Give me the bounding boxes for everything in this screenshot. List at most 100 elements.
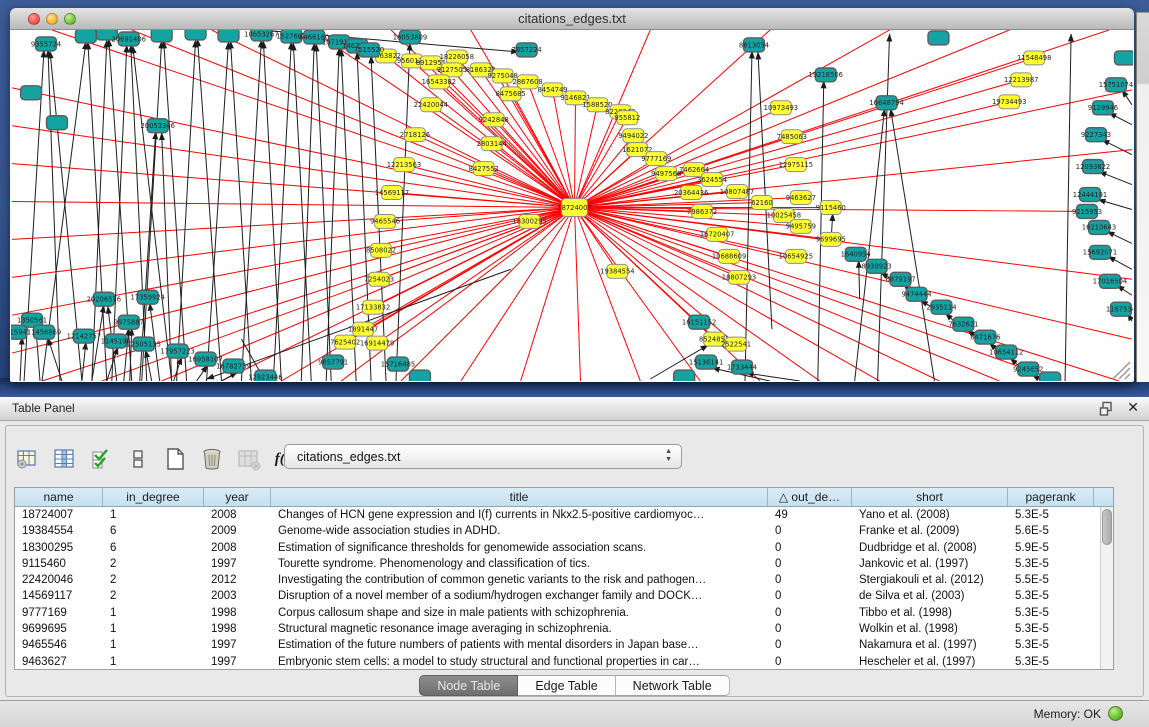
table-cell[interactable]: 6 <box>103 540 204 556</box>
table-cell[interactable]: Structural magnetic resonance image aver… <box>271 621 768 637</box>
column-header-title[interactable]: title <box>271 488 768 506</box>
table-options-button[interactable] <box>14 446 40 472</box>
table-vertical-scrollbar[interactable] <box>1100 507 1113 670</box>
table-cell[interactable]: 0 <box>768 654 852 670</box>
table-cell[interactable]: 2012 <box>204 572 271 588</box>
column-header-pagerank[interactable]: pagerank <box>1008 488 1094 506</box>
rows-button[interactable] <box>125 446 151 472</box>
table-header-row[interactable]: namein_degreeyeartitle△ out_de…shortpage… <box>15 488 1113 507</box>
node-table[interactable]: namein_degreeyeartitle△ out_de…shortpage… <box>14 487 1114 670</box>
table-cell[interactable]: Dudbridge et al. (2008) <box>852 540 1008 556</box>
delete-table-button[interactable] <box>236 446 262 472</box>
table-cell[interactable]: 2008 <box>204 507 271 523</box>
column-header-short[interactable]: short <box>852 488 1008 506</box>
table-cell[interactable]: 14569117 <box>15 588 103 604</box>
tab-network-table[interactable]: Network Table <box>616 675 730 696</box>
table-cell[interactable]: 2 <box>103 588 204 604</box>
network-node[interactable] <box>151 30 172 42</box>
table-cell[interactable]: Yano et al. (2008) <box>852 507 1008 523</box>
table-cell[interactable]: 5.3E-5 <box>1008 621 1094 637</box>
column-header-year[interactable]: year <box>204 488 271 506</box>
table-cell[interactable]: Jankovic et al. (1997) <box>852 556 1008 572</box>
table-cell[interactable]: 1997 <box>204 637 271 653</box>
table-cell[interactable]: 49 <box>768 507 852 523</box>
float-window-icon[interactable] <box>1099 401 1115 417</box>
table-cell[interactable]: Tourette syndrome. Phenomenology and cla… <box>271 556 768 572</box>
column-header-in_degree[interactable]: in_degree <box>103 488 204 506</box>
table-cell[interactable]: 9463627 <box>15 654 103 670</box>
table-cell[interactable]: 2 <box>103 556 204 572</box>
show-columns-button[interactable] <box>51 446 77 472</box>
table-cell[interactable]: 9465546 <box>15 637 103 653</box>
network-node[interactable] <box>218 30 239 42</box>
network-node[interactable] <box>75 30 96 43</box>
table-cell[interactable]: 0 <box>768 523 852 539</box>
table-cell[interactable]: 9699695 <box>15 621 103 637</box>
table-row[interactable]: 946554611997Estimation of the future num… <box>15 637 1113 653</box>
column-header-name[interactable]: name <box>15 488 103 506</box>
table-cell[interactable]: 2 <box>103 572 204 588</box>
table-cell[interactable]: 18724007 <box>15 507 103 523</box>
network-node[interactable] <box>185 30 206 40</box>
table-cell[interactable]: 19384554 <box>15 523 103 539</box>
table-cell[interactable]: de Silva et al. (2003) <box>852 588 1008 604</box>
table-cell[interactable]: 1998 <box>204 621 271 637</box>
table-cell[interactable]: 2003 <box>204 588 271 604</box>
select-all-button[interactable] <box>88 446 114 472</box>
table-cell[interactable]: Wolkin et al. (1998) <box>852 621 1008 637</box>
memory-ok-icon[interactable] <box>1108 706 1123 721</box>
table-cell[interactable]: 1 <box>103 605 204 621</box>
table-cell[interactable]: 1997 <box>204 556 271 572</box>
table-cell[interactable]: 5.3E-5 <box>1008 507 1094 523</box>
delete-button[interactable] <box>199 446 225 472</box>
table-cell[interactable]: Embryonic stem cells: a model to study s… <box>271 654 768 670</box>
table-cell[interactable]: 9115460 <box>15 556 103 572</box>
table-cell[interactable]: 22420046 <box>15 572 103 588</box>
network-node[interactable] <box>1040 372 1061 381</box>
table-cell[interactable]: 0 <box>768 540 852 556</box>
table-row[interactable]: 1872400712008Changes of HCN gene express… <box>15 507 1113 523</box>
table-cell[interactable]: 1997 <box>204 654 271 670</box>
resize-grip-icon[interactable] <box>1113 362 1130 379</box>
column-header-out_de[interactable]: △ out_de… <box>768 488 852 506</box>
table-cell[interactable]: 0 <box>768 556 852 572</box>
table-cell[interactable]: Nakamura et al. (1997) <box>852 637 1008 653</box>
table-cell[interactable]: 2009 <box>204 523 271 539</box>
table-cell[interactable]: 5.5E-5 <box>1008 572 1094 588</box>
network-node[interactable] <box>674 370 695 381</box>
table-row[interactable]: 1938455462009Genome-wide association stu… <box>15 523 1113 539</box>
table-cell[interactable]: 5.9E-5 <box>1008 540 1094 556</box>
table-cell[interactable]: 9777169 <box>15 605 103 621</box>
table-cell[interactable]: 5.3E-5 <box>1008 637 1094 653</box>
table-cell[interactable]: 5.3E-5 <box>1008 605 1094 621</box>
table-cell[interactable]: Estimation of significance thresholds fo… <box>271 540 768 556</box>
new-table-button[interactable] <box>162 446 188 472</box>
table-cell[interactable]: Stergiakouli et al. (2012) <box>852 572 1008 588</box>
table-row[interactable]: 977716911998Corpus callosum shape and si… <box>15 605 1113 621</box>
table-cell[interactable]: 1 <box>103 621 204 637</box>
table-cell[interactable]: 6 <box>103 523 204 539</box>
table-cell[interactable]: Corpus callosum shape and size in male p… <box>271 605 768 621</box>
table-row[interactable]: 969969511998Structural magnetic resonanc… <box>15 621 1113 637</box>
table-cell[interactable]: 18300295 <box>15 540 103 556</box>
table-cell[interactable]: 2008 <box>204 540 271 556</box>
table-cell[interactable]: 0 <box>768 588 852 604</box>
table-cell[interactable]: Hescheler et al. (1997) <box>852 654 1008 670</box>
table-cell[interactable]: 1 <box>103 507 204 523</box>
table-source-select[interactable]: citations_edges.txt ▲▼ <box>284 444 682 469</box>
tab-node-table[interactable]: Node Table <box>419 675 518 696</box>
table-row[interactable]: 2242004622012Investigating the contribut… <box>15 572 1113 588</box>
network-node[interactable] <box>1114 51 1133 65</box>
table-cell[interactable]: 0 <box>768 621 852 637</box>
table-cell[interactable]: 1 <box>103 637 204 653</box>
table-cell[interactable]: 5.3E-5 <box>1008 588 1094 604</box>
table-cell[interactable]: Investigating the contribution of common… <box>271 572 768 588</box>
table-cell[interactable]: 1 <box>103 654 204 670</box>
scrollbar-thumb[interactable] <box>1102 509 1112 545</box>
table-cell[interactable]: 5.3E-5 <box>1008 556 1094 572</box>
table-cell[interactable]: Changes of HCN gene expression and I(f) … <box>271 507 768 523</box>
table-row[interactable]: 911546021997Tourette syndrome. Phenomeno… <box>15 556 1113 572</box>
table-row[interactable]: 1456911722003Disruption of a novel membe… <box>15 588 1113 604</box>
table-cell[interactable]: 0 <box>768 572 852 588</box>
network-window-titlebar[interactable]: citations_edges.txt <box>10 8 1134 30</box>
